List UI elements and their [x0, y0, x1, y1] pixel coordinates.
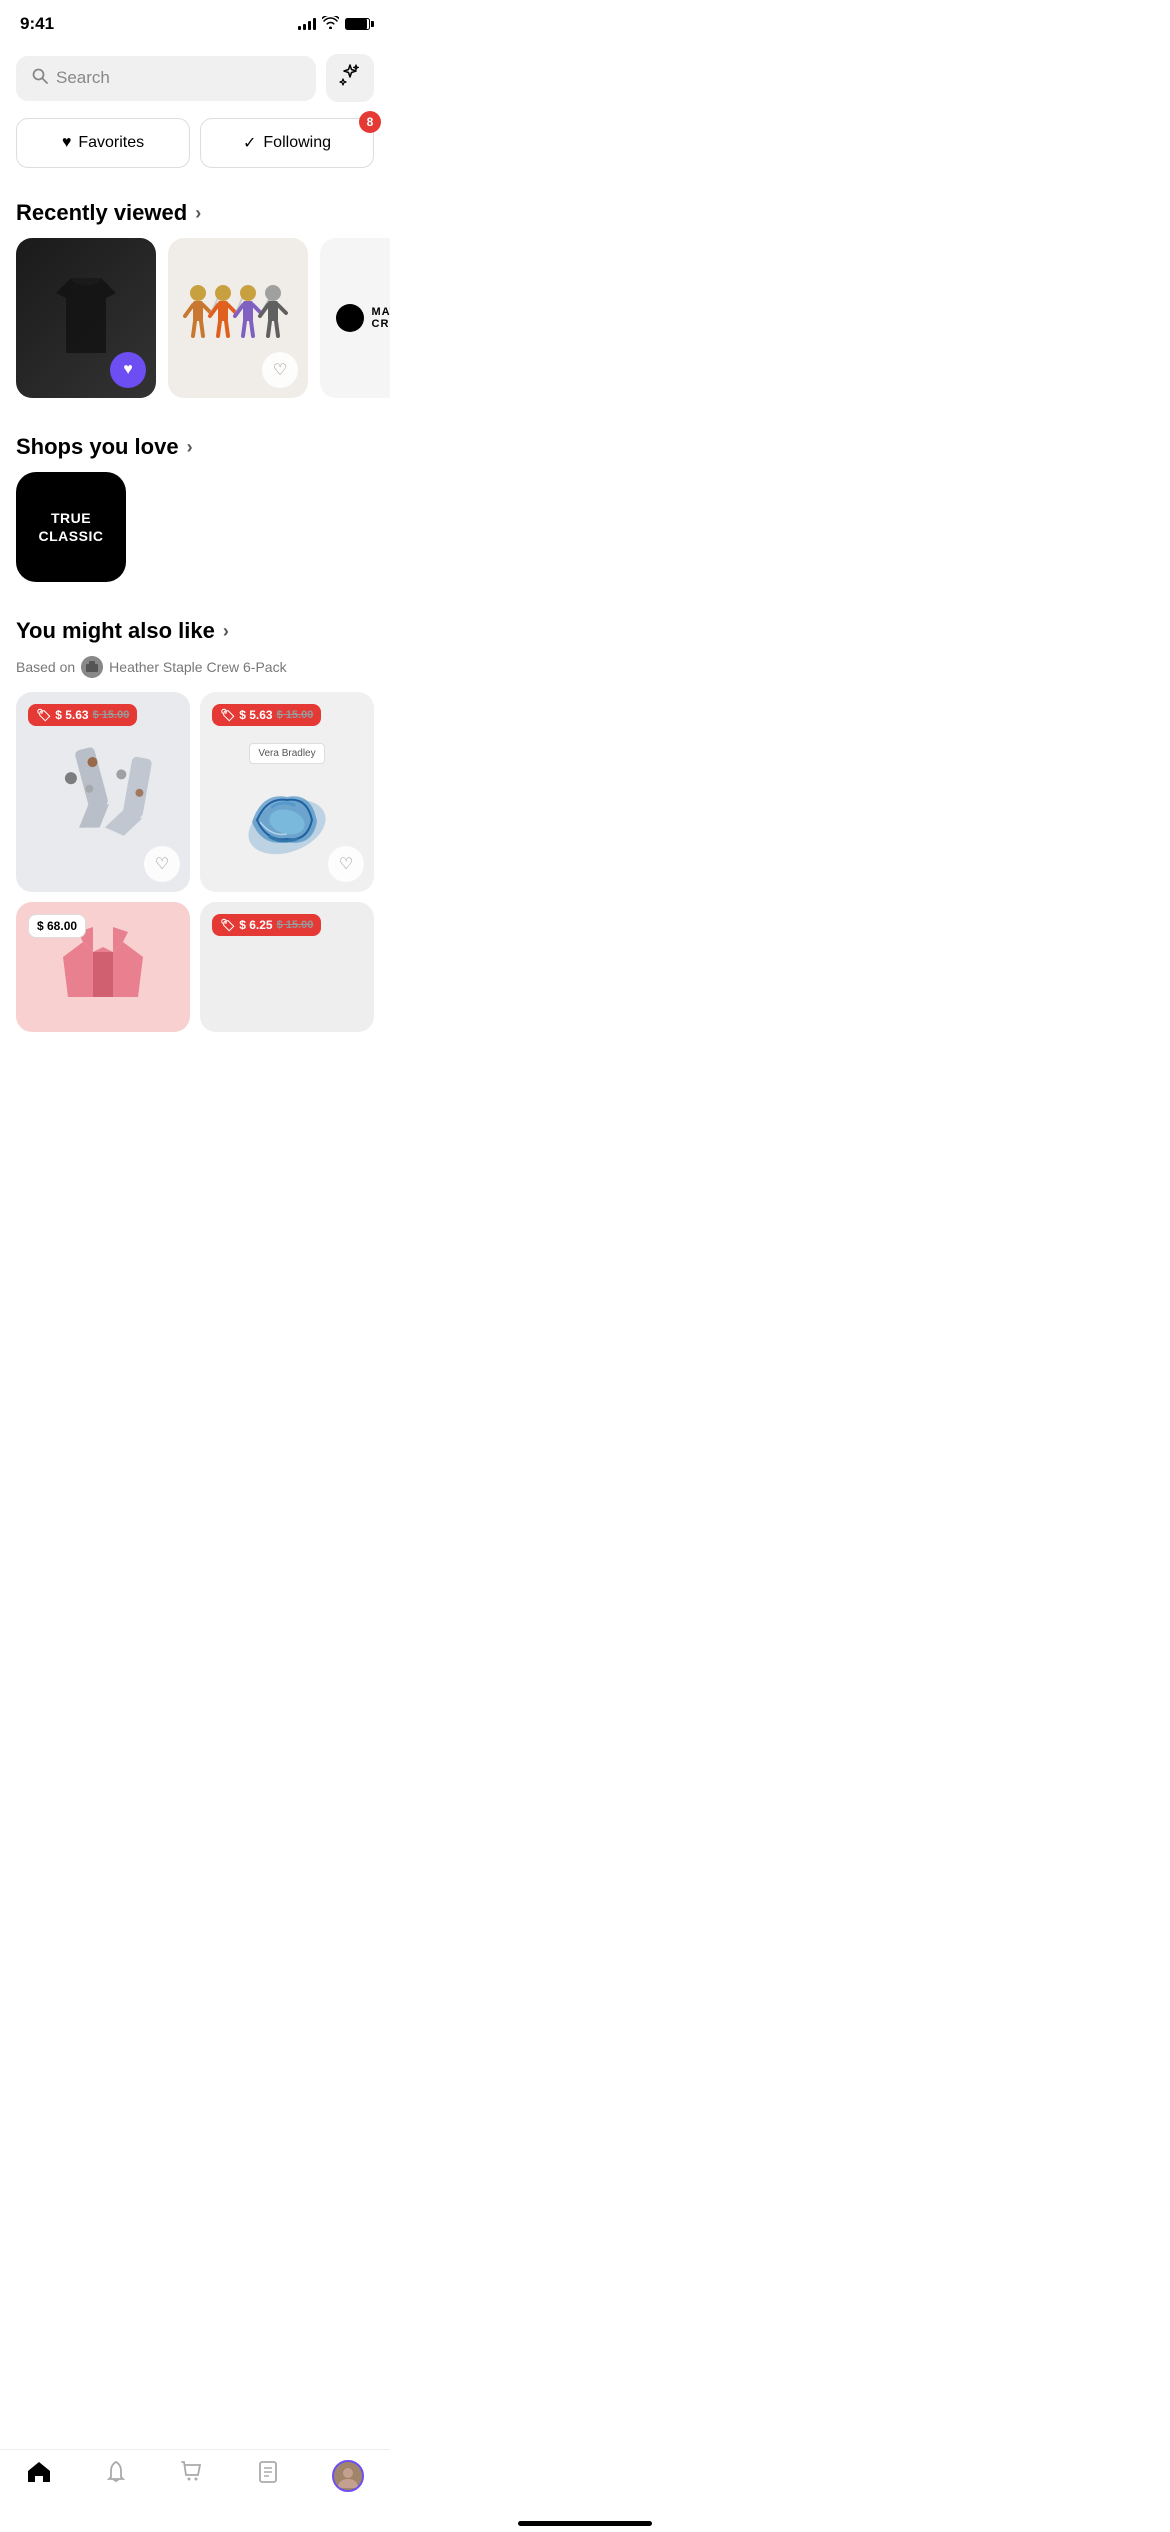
rv-item-mattel[interactable]: MATTELCREATIONS [320, 238, 390, 398]
list-icon [257, 2460, 279, 2491]
scrunchie-orig-price: $ 15.00 [277, 709, 314, 721]
tab-home[interactable] [14, 2460, 64, 2491]
cart-icon [180, 2460, 204, 2491]
shop-true-classic[interactable]: TRUE CLASSIC [16, 472, 126, 582]
socks-orig-price: $ 15.00 [93, 709, 130, 721]
shops-header: Shops you love › [0, 418, 390, 472]
recently-viewed-scroll[interactable]: ♥ [0, 238, 390, 418]
socks-price-tag: 🏷 $ 5.63 $ 15.00 [28, 704, 137, 726]
product-grid: 🏷 $ 5.63 $ 15.00 [0, 692, 390, 1032]
wifi-icon [322, 16, 339, 32]
item4-price-tag: 🏷 $ 6.25 $ 15.00 [212, 914, 321, 936]
rv-item-heman[interactable]: ♡ [168, 238, 308, 398]
product-scrunchie[interactable]: 🏷 $ 5.63 $ 15.00 Vera Bradley [200, 692, 374, 892]
socks-heart[interactable]: ♡ [144, 846, 180, 882]
recently-viewed-header: Recently viewed › [0, 184, 390, 238]
bell-icon [105, 2460, 127, 2491]
tab-profile[interactable] [320, 2460, 376, 2492]
product-socks[interactable]: 🏷 $ 5.63 $ 15.00 [16, 692, 190, 892]
jacket-price-tag: $ 68.00 [28, 914, 86, 938]
following-badge: 8 [359, 111, 381, 133]
rv-heart-heman[interactable]: ♡ [262, 352, 298, 388]
scrunchie-image: 🏷 $ 5.63 $ 15.00 Vera Bradley [200, 692, 374, 892]
ymal-based-on: Based on Heather Staple Crew 6-Pack [0, 656, 390, 692]
tab-lists[interactable] [245, 2460, 291, 2491]
product-thumbnail [81, 656, 103, 678]
item4-price: $ 6.25 [239, 918, 272, 932]
tab-bar [0, 2449, 390, 2532]
tab-notifications[interactable] [93, 2460, 139, 2491]
tag-icon: 🏷 [36, 708, 51, 722]
product-jacket[interactable]: $ 68.00 [16, 902, 190, 1032]
ymal-section: You might also like › Based on Heather S… [0, 602, 390, 1132]
home-indicator [518, 2521, 652, 2526]
scrunchie-price: $ 5.63 [239, 708, 272, 722]
shops-chevron[interactable]: › [187, 437, 193, 458]
jacket-price: $ 68.00 [37, 919, 77, 933]
socks-image: 🏷 $ 5.63 $ 15.00 [16, 692, 190, 892]
scrunchie-tag-icon: 🏷 [220, 708, 235, 722]
filter-row: ♥ Favorites ✓ Following 8 [0, 112, 390, 184]
search-icon [32, 68, 48, 89]
rv-heart-shirt[interactable]: ♥ [110, 352, 146, 388]
ymal-title: You might also like [16, 618, 215, 644]
tab-cart[interactable] [168, 2460, 216, 2491]
item4-image: 🏷 $ 6.25 $ 15.00 [200, 902, 374, 1032]
ymal-chevron[interactable]: › [223, 621, 229, 642]
favorites-label: Favorites [78, 134, 144, 152]
shops-scroll: TRUE CLASSIC [0, 472, 390, 602]
scrunchie-price-tag: 🏷 $ 5.63 $ 15.00 [212, 704, 321, 726]
shops-title: Shops you love [16, 434, 179, 460]
rv-item-shirt[interactable]: ♥ [16, 238, 156, 398]
shop-name: TRUE CLASSIC [16, 499, 126, 555]
status-icons [298, 16, 370, 32]
jacket-image: $ 68.00 [16, 902, 190, 1032]
search-area: Search [0, 44, 390, 112]
status-bar: 9:41 [0, 0, 390, 44]
sparkle-icon [338, 63, 362, 93]
based-product-name: Heather Staple Crew 6-Pack [109, 659, 286, 675]
following-button[interactable]: ✓ Following 8 [200, 118, 374, 168]
ai-search-button[interactable] [326, 54, 374, 102]
search-placeholder: Search [56, 68, 110, 88]
signal-icon [298, 18, 316, 30]
following-label: Following [263, 134, 331, 152]
product-item4[interactable]: 🏷 $ 6.25 $ 15.00 [200, 902, 374, 1032]
battery-icon [345, 18, 370, 30]
item4-tag-icon: 🏷 [220, 918, 235, 932]
recently-viewed-chevron[interactable]: › [195, 203, 201, 224]
check-icon: ✓ [243, 133, 256, 153]
search-bar[interactable]: Search [16, 56, 316, 101]
ymal-header: You might also like › [0, 602, 390, 656]
home-icon [26, 2460, 52, 2491]
scrunchie-heart[interactable]: ♡ [328, 846, 364, 882]
recently-viewed-title: Recently viewed [16, 200, 187, 226]
based-on-text: Based on [16, 659, 75, 675]
mattel-image: MATTELCREATIONS [320, 238, 390, 398]
favorites-button[interactable]: ♥ Favorites [16, 118, 190, 168]
heart-icon: ♥ [62, 134, 72, 152]
item4-orig-price: $ 15.00 [277, 919, 314, 931]
socks-price: $ 5.63 [55, 708, 88, 722]
profile-avatar [332, 2460, 364, 2492]
status-time: 9:41 [20, 14, 54, 34]
